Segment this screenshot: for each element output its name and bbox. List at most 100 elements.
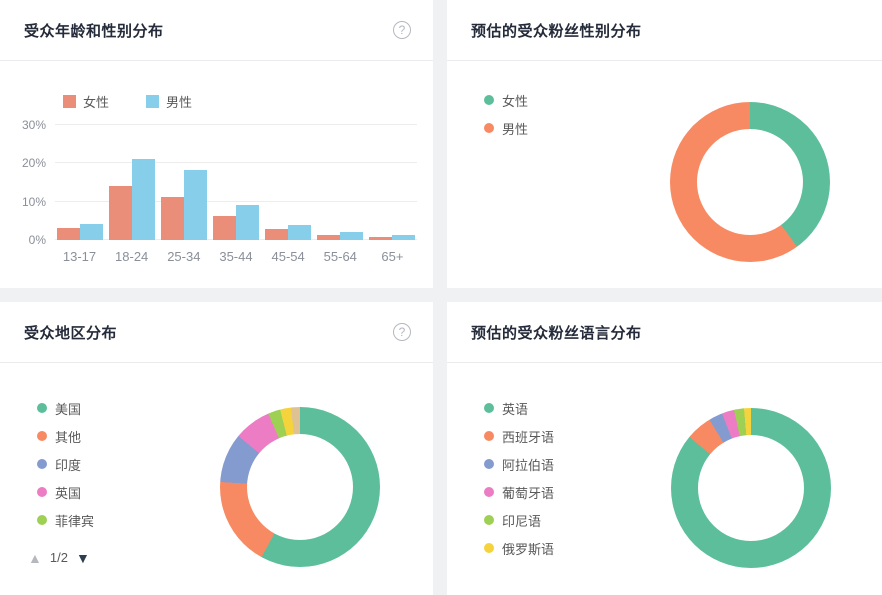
- legend-item[interactable]: 俄罗斯语: [484, 541, 555, 557]
- bar-女性: [317, 235, 341, 240]
- legend-item[interactable]: 西班牙语: [484, 429, 555, 445]
- legend-item[interactable]: 女性: [484, 93, 529, 109]
- bar-男性: [340, 232, 364, 240]
- legend-dot-icon: [37, 515, 47, 525]
- legend-dot-icon: [484, 543, 494, 553]
- donut-legend: 女性 男性: [484, 93, 529, 137]
- bar-男性: [288, 225, 312, 240]
- panel-header: 预估的受众粉丝语言分布: [447, 302, 882, 363]
- legend-pagination: ▲ 1/2 ▼: [28, 550, 90, 565]
- bar-男性: [392, 235, 416, 240]
- donut-legend: 美国其他印度英国菲律宾: [37, 401, 95, 529]
- legend-dot-icon: [37, 403, 47, 413]
- legend-item[interactable]: 葡萄牙语: [484, 485, 555, 501]
- y-axis-tick-label: 10%: [21, 194, 46, 209]
- donut-hole: [247, 434, 353, 540]
- help-icon[interactable]: ?: [393, 323, 411, 341]
- legend-item[interactable]: 英语: [484, 401, 554, 417]
- legend-dot-icon: [484, 431, 494, 441]
- legend-item[interactable]: 其他: [37, 429, 94, 445]
- page-title: 受众年龄和性别分布: [24, 22, 164, 40]
- panel-age-gender-distribution: 受众年龄和性别分布 ? 女性 男性 0% 10% 20% 30% 13-17 18-24 25…: [0, 0, 433, 288]
- bar-group: 13-17: [56, 224, 103, 264]
- help-icon[interactable]: ?: [393, 21, 411, 39]
- legend-label: 俄罗斯语: [502, 541, 555, 557]
- legend-dot-icon: [484, 95, 494, 105]
- x-axis-tick-label: 45-54: [271, 249, 305, 264]
- legend-item[interactable]: 英国: [37, 485, 94, 501]
- legend-dot-icon: [37, 431, 47, 441]
- legend-label: 葡萄牙语: [502, 485, 555, 501]
- panel-fan-language-distribution: 预估的受众粉丝语言分布 英语西班牙语阿拉伯语葡萄牙语印尼语俄罗斯语: [447, 302, 882, 595]
- page-title: 受众地区分布: [24, 324, 118, 342]
- legend-label: 英语: [502, 401, 529, 417]
- legend-label: 印度: [55, 457, 82, 473]
- panel-header: 受众地区分布 ?: [0, 302, 433, 363]
- bar-女性: [369, 236, 393, 240]
- legend-square-icon: [63, 95, 76, 108]
- legend-item[interactable]: 女性: [63, 92, 109, 111]
- legend-label: 女性: [502, 93, 529, 109]
- bar-groups: 13-17 18-24 25-34 35-44 45-54 55-64 65+: [55, 125, 417, 264]
- legend-item[interactable]: 菲律宾: [37, 513, 95, 529]
- x-axis-tick-label: 18-24: [115, 249, 149, 264]
- bar-男性: [131, 159, 155, 240]
- legend-label: 西班牙语: [502, 429, 555, 445]
- legend-dot-icon: [37, 487, 47, 497]
- legend-item[interactable]: 男性: [146, 92, 192, 111]
- legend-dot-icon: [484, 459, 494, 469]
- donut-hole: [697, 129, 803, 235]
- panel-region-distribution: 受众地区分布 ? 美国其他印度英国菲律宾 ▲ 1/2 ▼: [0, 302, 433, 595]
- legend-item[interactable]: 美国: [37, 401, 94, 417]
- x-axis-tick-label: 55-64: [323, 249, 357, 264]
- legend-label: 菲律宾: [55, 513, 95, 529]
- bar-group: 35-44: [212, 205, 259, 264]
- age-gender-bar-chart: 0% 10% 20% 30% 13-17 18-24 25-34 35-44 45-54 55-6…: [0, 110, 433, 288]
- fan-language-donut-chart: [671, 408, 831, 568]
- bar-plot: 0% 10% 20% 30% 13-17 18-24 25-34 35-44 45-54 55-6…: [22, 118, 417, 264]
- legend-page-up-icon[interactable]: ▲: [28, 551, 42, 565]
- x-axis-tick-label: 35-44: [219, 249, 253, 264]
- bar-男性: [235, 205, 259, 240]
- legend-dot-icon: [484, 123, 494, 133]
- x-axis-tick-label: 25-34: [167, 249, 201, 264]
- bar-女性: [56, 227, 80, 240]
- fan-gender-donut-chart: [670, 102, 830, 262]
- bar-group: 45-54: [265, 225, 312, 264]
- legend-dot-icon: [37, 459, 47, 469]
- legend-label: 女性: [83, 95, 110, 110]
- y-axis-tick-label: 30%: [21, 118, 46, 132]
- legend-page-down-icon[interactable]: ▼: [76, 551, 90, 565]
- legend-item[interactable]: 印尼语: [484, 513, 554, 529]
- legend-label: 印尼语: [502, 513, 542, 529]
- legend-label: 英国: [55, 485, 82, 501]
- bar-男性: [183, 169, 207, 240]
- bar-男性: [79, 224, 103, 240]
- bar-group: 25-34: [160, 169, 207, 264]
- x-axis-tick-label: 65+: [381, 249, 404, 264]
- panel-fan-gender-distribution: 预估的受众粉丝性别分布 女性 男性: [447, 0, 882, 288]
- dashboard-grid: 受众年龄和性别分布 ? 女性 男性 0% 10% 20% 30% 13-17 18-24 25…: [0, 0, 882, 595]
- y-axis-tick-label: 20%: [21, 156, 46, 171]
- legend-dot-icon: [484, 515, 494, 525]
- legend-label: 男性: [502, 121, 529, 137]
- x-axis-tick-label: 13-17: [62, 249, 97, 264]
- region-donut-chart: [220, 407, 380, 567]
- legend-label: 男性: [166, 95, 193, 110]
- legend-item[interactable]: 男性: [484, 121, 529, 137]
- bar-group: 65+: [369, 235, 416, 264]
- panel-header: 受众年龄和性别分布 ?: [0, 0, 433, 61]
- bar-女性: [265, 228, 289, 240]
- legend-item[interactable]: 阿拉伯语: [484, 457, 555, 473]
- y-axis-tick-label: 0%: [28, 233, 46, 247]
- bar-group: 55-64: [317, 232, 364, 264]
- bar-chart-legend: 女性 男性: [63, 92, 192, 111]
- legend-item[interactable]: 印度: [37, 457, 94, 473]
- bar-group: 18-24: [108, 159, 155, 264]
- bar-女性: [160, 197, 184, 240]
- bar-女性: [108, 185, 132, 240]
- legend-page-indicator: 1/2: [49, 550, 68, 565]
- bar-女性: [212, 216, 236, 240]
- legend-label: 其他: [55, 429, 82, 445]
- legend-label: 阿拉伯语: [502, 457, 555, 473]
